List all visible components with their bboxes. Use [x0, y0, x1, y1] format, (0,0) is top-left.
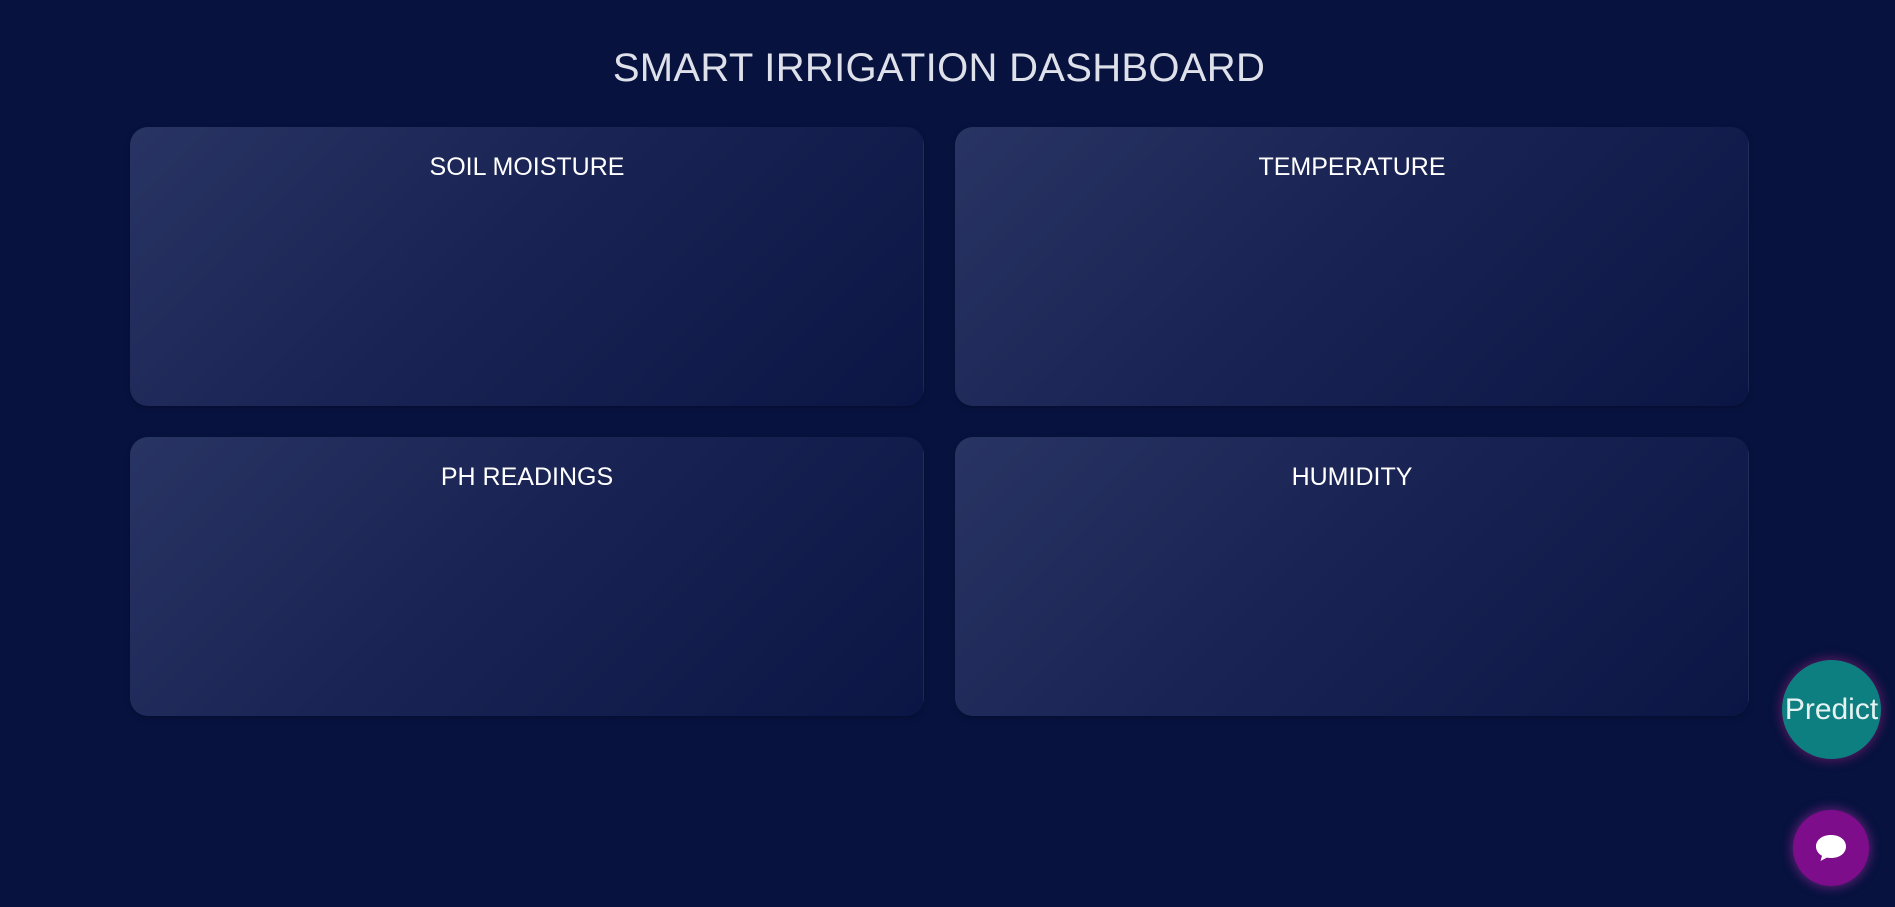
- ph-readings-chart-area: [150, 507, 904, 700]
- humidity-card: HUMIDITY: [955, 437, 1749, 716]
- ph-readings-card-title: PH READINGS: [440, 463, 614, 491]
- temperature-card: TEMPERATURE: [955, 127, 1749, 406]
- ph-readings-card: PH READINGS: [130, 437, 924, 716]
- humidity-card-title: HUMIDITY: [1291, 463, 1413, 491]
- temperature-chart-area: [975, 197, 1729, 390]
- soil-moisture-card-title: SOIL MOISTURE: [429, 153, 625, 181]
- soil-moisture-chart-area: [150, 197, 904, 390]
- dashboard-page: SMART IRRIGATION DASHBOARD SOIL MOISTURE…: [0, 0, 1895, 907]
- humidity-chart-area: [975, 507, 1729, 700]
- page-title: SMART IRRIGATION DASHBOARD: [612, 46, 1266, 90]
- soil-moisture-card: SOIL MOISTURE: [130, 127, 924, 406]
- chat-button[interactable]: [1793, 810, 1869, 886]
- chat-bubble-icon: [1814, 833, 1848, 863]
- temperature-card-title: TEMPERATURE: [1258, 153, 1446, 181]
- predict-button[interactable]: Predict: [1782, 660, 1881, 759]
